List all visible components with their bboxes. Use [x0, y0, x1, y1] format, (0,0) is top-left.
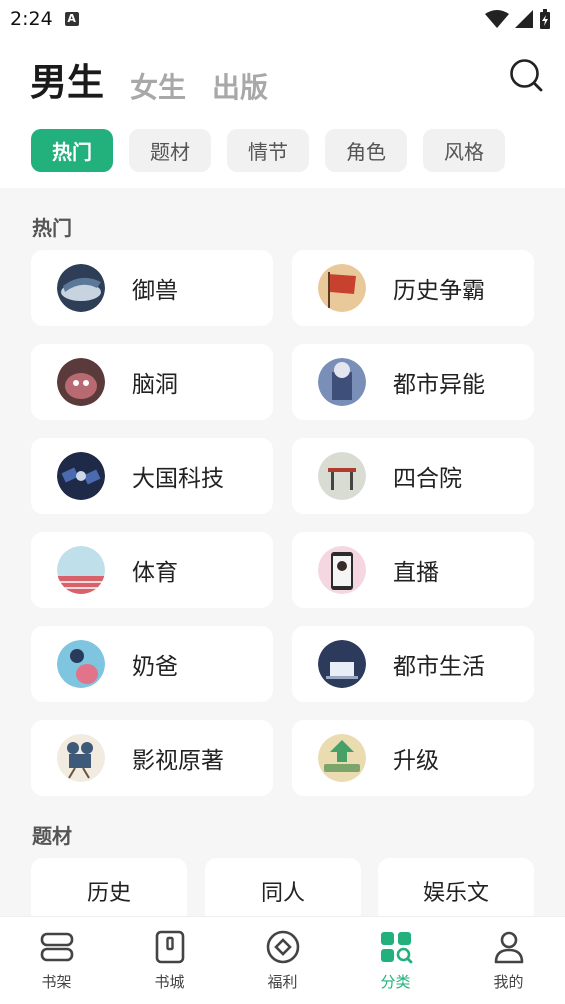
category-card-levelup[interactable]: 升级: [292, 720, 534, 796]
theme-card-fanfic[interactable]: 同人: [205, 858, 361, 916]
category-card-tech[interactable]: 大国科技: [31, 438, 273, 514]
signal-icon: [515, 10, 533, 28]
nav-label: 我的: [493, 973, 524, 991]
nav-profile[interactable]: 我的: [452, 917, 565, 1004]
dad-baby-icon: [57, 640, 105, 688]
profile-icon: [494, 931, 523, 964]
nav-label: 福利: [267, 973, 298, 991]
brain-hole-icon: [57, 358, 105, 406]
theme-card-history[interactable]: 历史: [31, 858, 187, 916]
category-card-livestream[interactable]: 直播: [292, 532, 534, 608]
category-card-courtyard[interactable]: 四合院: [292, 438, 534, 514]
filter-chips: 热门 题材 情节 角色 风格: [31, 129, 505, 172]
category-card-sports[interactable]: 体育: [31, 532, 273, 608]
category-label: 直播: [393, 560, 439, 586]
category-label: 奶爸: [132, 654, 178, 680]
tab-publish[interactable]: 出版: [212, 66, 268, 106]
wifi-icon: [485, 10, 509, 28]
urban-power-icon: [318, 358, 366, 406]
nav-bookshelf[interactable]: 书架: [0, 917, 113, 1004]
category-label: 历史争霸: [393, 278, 485, 304]
nav-label: 书架: [41, 973, 72, 991]
chip-style[interactable]: 风格: [423, 129, 505, 172]
category-card-film[interactable]: 影视原著: [31, 720, 273, 796]
status-bar: 2:24 A: [0, 0, 565, 38]
category-card-beast[interactable]: 御兽: [31, 250, 273, 326]
welfare-icon: [266, 930, 299, 964]
tab-female[interactable]: 女生: [130, 66, 186, 106]
nav-bookstore[interactable]: 书城: [113, 917, 226, 1004]
category-label: 脑洞: [132, 372, 178, 398]
category-label: 御兽: [132, 278, 178, 304]
stadium-icon: [57, 546, 105, 594]
satellite-icon: [57, 452, 105, 500]
category-content: 热门 御兽 历史争霸 脑洞 都市异能 大国科技 四合院 体育 直播 奶爸 都市生…: [0, 188, 565, 916]
category-label: 影视原著: [132, 748, 224, 774]
section-title-hot: 热门: [32, 216, 72, 240]
chip-hot[interactable]: 热门: [31, 129, 113, 172]
history-flag-icon: [318, 264, 366, 312]
category-icon: [380, 932, 412, 964]
search-icon[interactable]: [509, 58, 543, 92]
section-title-theme: 题材: [32, 824, 72, 848]
category-card-brainhole[interactable]: 脑洞: [31, 344, 273, 420]
battery-icon: [540, 9, 550, 29]
category-card-history[interactable]: 历史争霸: [292, 250, 534, 326]
bookstore-icon: [155, 930, 184, 964]
chip-theme[interactable]: 题材: [129, 129, 211, 172]
category-card-city-life[interactable]: 都市生活: [292, 626, 534, 702]
livestream-icon: [318, 546, 366, 594]
category-label: 都市异能: [393, 372, 485, 398]
nav-welfare[interactable]: 福利: [226, 917, 339, 1004]
header: 男生 女生 出版 热门 题材 情节 角色 风格: [0, 38, 565, 188]
status-time: 2:24: [10, 8, 53, 30]
category-card-urban-power[interactable]: 都市异能: [292, 344, 534, 420]
category-card-dad[interactable]: 奶爸: [31, 626, 273, 702]
category-label: 升级: [393, 748, 439, 774]
bottom-nav: 书架 书城 福利 分类 我的: [0, 916, 565, 1004]
city-life-icon: [318, 640, 366, 688]
nav-category[interactable]: 分类: [339, 917, 452, 1004]
gender-tabs: 男生 女生 出版: [30, 52, 268, 106]
bookshelf-icon: [40, 932, 73, 962]
category-label: 四合院: [393, 466, 462, 492]
tab-male[interactable]: 男生: [30, 52, 104, 106]
beast-taming-icon: [57, 264, 105, 312]
chip-role[interactable]: 角色: [325, 129, 407, 172]
chip-plot[interactable]: 情节: [227, 129, 309, 172]
category-label: 都市生活: [393, 654, 485, 680]
courtyard-icon: [318, 452, 366, 500]
notification-a-icon: A: [64, 12, 79, 26]
category-label: 大国科技: [132, 466, 224, 492]
nav-label: 分类: [380, 973, 411, 991]
theme-card-entertainment[interactable]: 娱乐文: [378, 858, 534, 916]
status-icons: [485, 9, 551, 29]
nav-label: 书城: [154, 973, 185, 991]
category-label: 体育: [132, 560, 178, 586]
level-up-icon: [318, 734, 366, 782]
film-camera-icon: [57, 734, 105, 782]
